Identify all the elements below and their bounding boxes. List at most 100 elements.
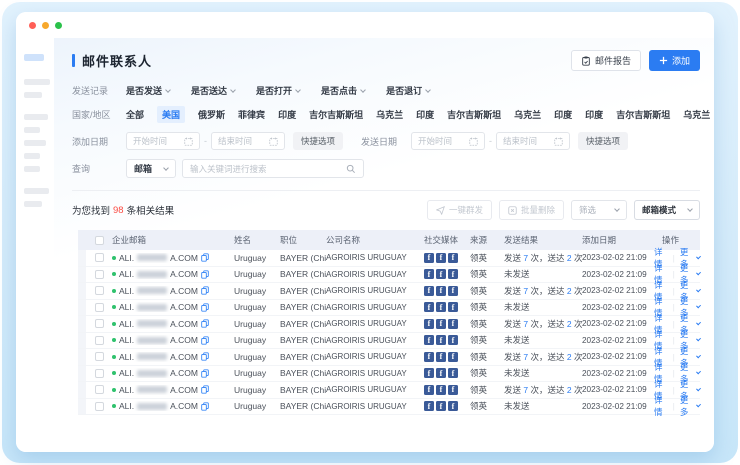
sidebar-skeleton-item[interactable] bbox=[24, 153, 40, 159]
row-checkbox[interactable] bbox=[95, 286, 104, 295]
facebook-icon[interactable]: f bbox=[436, 335, 446, 345]
facebook-icon[interactable]: f bbox=[436, 319, 446, 329]
sidebar-skeleton-item[interactable] bbox=[24, 166, 40, 172]
facebook-icon[interactable]: f bbox=[424, 335, 434, 345]
filter-dropdown-1[interactable]: 是否送达 bbox=[191, 84, 235, 97]
sidebar-skeleton-item[interactable] bbox=[24, 127, 40, 133]
facebook-icon[interactable]: f bbox=[424, 302, 434, 312]
copy-icon[interactable] bbox=[201, 303, 209, 312]
sidebar-skeleton-item[interactable] bbox=[24, 114, 48, 120]
add-date-quick-options-button[interactable]: 快捷选项 bbox=[293, 132, 343, 150]
facebook-icon[interactable]: f bbox=[448, 401, 458, 411]
filter-dropdown-2[interactable]: 是否打开 bbox=[256, 84, 300, 97]
facebook-icon[interactable]: f bbox=[436, 253, 446, 263]
copy-icon[interactable] bbox=[201, 385, 209, 394]
country-option[interactable]: 印度 bbox=[554, 108, 572, 121]
chevron-down-icon bbox=[696, 304, 701, 309]
sidebar-skeleton-item[interactable] bbox=[24, 201, 42, 207]
facebook-icon[interactable]: f bbox=[436, 368, 446, 378]
add-contact-button[interactable]: 添加 bbox=[649, 50, 700, 71]
country-option[interactable]: 菲律宾 bbox=[238, 108, 265, 121]
facebook-icon[interactable]: f bbox=[436, 385, 446, 395]
country-option[interactable]: 吉尔吉斯斯坦 bbox=[309, 108, 363, 121]
row-checkbox[interactable] bbox=[95, 270, 104, 279]
facebook-icon[interactable]: f bbox=[424, 401, 434, 411]
facebook-icon[interactable]: f bbox=[424, 319, 434, 329]
sidebar-skeleton-item[interactable] bbox=[24, 140, 46, 146]
row-checkbox[interactable] bbox=[95, 253, 104, 262]
country-option[interactable]: 乌克兰 bbox=[514, 108, 541, 121]
send-date-quick-options-button[interactable]: 快捷选项 bbox=[578, 132, 628, 150]
filter-dropdown-0[interactable]: 是否发送 bbox=[126, 84, 170, 97]
sidebar-item-active[interactable] bbox=[24, 54, 44, 61]
copy-icon[interactable] bbox=[201, 253, 209, 262]
row-checkbox[interactable] bbox=[95, 385, 104, 394]
sidebar-skeleton-item[interactable] bbox=[24, 92, 42, 98]
facebook-icon[interactable]: f bbox=[448, 368, 458, 378]
copy-icon[interactable] bbox=[201, 369, 209, 378]
copy-icon[interactable] bbox=[201, 319, 209, 328]
add-date-end-input[interactable]: 结束时间 bbox=[211, 132, 285, 150]
sidebar-skeleton-item[interactable] bbox=[24, 188, 49, 194]
facebook-icon[interactable]: f bbox=[424, 253, 434, 263]
facebook-icon[interactable]: f bbox=[448, 269, 458, 279]
country-option[interactable]: 印度 bbox=[585, 108, 603, 121]
country-option[interactable]: 俄罗斯 bbox=[198, 108, 225, 121]
batch-delete-button[interactable]: 批量删除 bbox=[499, 200, 564, 220]
copy-icon[interactable] bbox=[201, 402, 209, 411]
country-option[interactable]: 印度 bbox=[278, 108, 296, 121]
detail-link[interactable]: 详情 bbox=[654, 394, 668, 418]
facebook-icon[interactable]: f bbox=[448, 302, 458, 312]
copy-icon[interactable] bbox=[201, 352, 209, 361]
facebook-icon[interactable]: f bbox=[436, 286, 446, 296]
facebook-icon[interactable]: f bbox=[436, 302, 446, 312]
row-checkbox[interactable] bbox=[95, 336, 104, 345]
row-checkbox[interactable] bbox=[95, 369, 104, 378]
filter-dropdown-4[interactable]: 是否退订 bbox=[386, 84, 430, 97]
country-option[interactable]: 吉尔吉斯斯坦 bbox=[447, 108, 501, 121]
copy-icon[interactable] bbox=[201, 336, 209, 345]
row-checkbox[interactable] bbox=[95, 303, 104, 312]
select-all-checkbox[interactable] bbox=[95, 236, 104, 245]
facebook-icon[interactable]: f bbox=[436, 352, 446, 362]
facebook-icon[interactable]: f bbox=[448, 319, 458, 329]
facebook-icon[interactable]: f bbox=[436, 269, 446, 279]
country-option[interactable]: 吉尔吉斯斯坦 bbox=[616, 108, 670, 121]
close-window-button[interactable] bbox=[29, 22, 36, 29]
copy-icon[interactable] bbox=[201, 286, 209, 295]
email-report-button[interactable]: 邮件报告 bbox=[571, 50, 641, 71]
facebook-icon[interactable]: f bbox=[448, 352, 458, 362]
facebook-icon[interactable]: f bbox=[436, 401, 446, 411]
mailbox-mode-select[interactable]: 邮箱模式 bbox=[634, 200, 700, 220]
filter-select[interactable]: 筛选 bbox=[571, 200, 627, 220]
copy-icon[interactable] bbox=[201, 270, 209, 279]
facebook-icon[interactable]: f bbox=[448, 335, 458, 345]
country-option-selected[interactable]: 美国 bbox=[157, 106, 185, 123]
zoom-window-button[interactable] bbox=[55, 22, 62, 29]
facebook-icon[interactable]: f bbox=[448, 253, 458, 263]
row-checkbox[interactable] bbox=[95, 352, 104, 361]
country-option[interactable]: 印度 bbox=[416, 108, 434, 121]
facebook-icon[interactable]: f bbox=[424, 368, 434, 378]
sidebar-skeleton-item[interactable] bbox=[24, 79, 50, 85]
send-date-end-input[interactable]: 结束时间 bbox=[496, 132, 570, 150]
facebook-icon[interactable]: f bbox=[424, 385, 434, 395]
facebook-icon[interactable]: f bbox=[424, 286, 434, 296]
facebook-icon[interactable]: f bbox=[424, 352, 434, 362]
more-link[interactable]: 更多 bbox=[680, 394, 700, 418]
row-checkbox[interactable] bbox=[95, 319, 104, 328]
filter-dropdown-3[interactable]: 是否点击 bbox=[321, 84, 365, 97]
facebook-icon[interactable]: f bbox=[424, 269, 434, 279]
country-option[interactable]: 乌克兰 bbox=[683, 108, 710, 121]
country-option[interactable]: 全部 bbox=[126, 108, 144, 121]
facebook-icon[interactable]: f bbox=[448, 286, 458, 296]
search-input[interactable]: 输入关键词进行搜索 bbox=[182, 159, 364, 178]
add-date-start-input[interactable]: 开始时间 bbox=[126, 132, 200, 150]
send-date-start-input[interactable]: 开始时间 bbox=[411, 132, 485, 150]
query-type-select[interactable]: 邮箱 bbox=[126, 159, 176, 178]
minimize-window-button[interactable] bbox=[42, 22, 49, 29]
mass-send-button[interactable]: 一键群发 bbox=[427, 200, 492, 220]
row-checkbox[interactable] bbox=[95, 402, 104, 411]
country-option[interactable]: 乌克兰 bbox=[376, 108, 403, 121]
facebook-icon[interactable]: f bbox=[448, 385, 458, 395]
